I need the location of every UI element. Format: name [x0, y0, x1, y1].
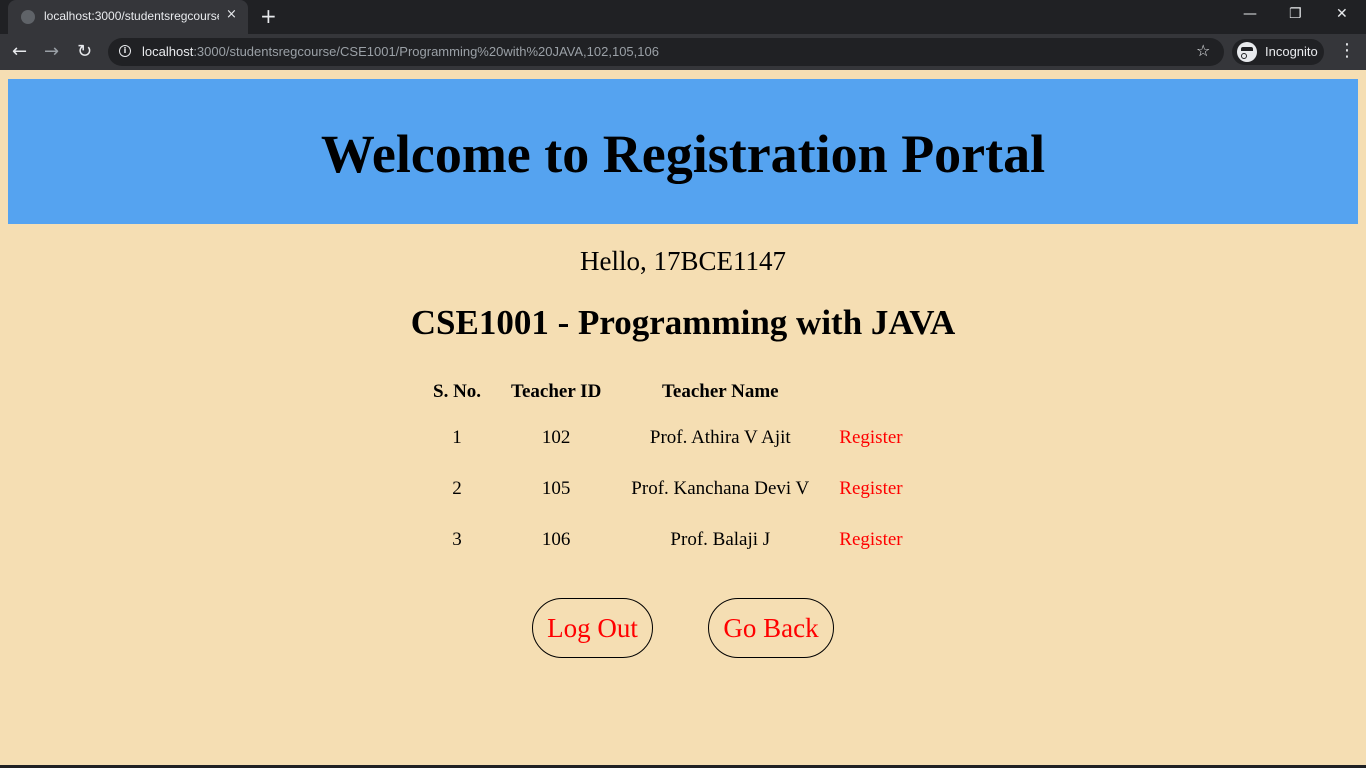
url-text[interactable]: localhost:3000/studentsregcourse/CSE1001…	[142, 44, 659, 59]
header-teacher-id: Teacher ID	[511, 381, 602, 402]
restore-icon[interactable]: ❐	[1289, 6, 1302, 22]
header-action	[824, 372, 917, 412]
logout-button[interactable]: Log Out	[532, 598, 653, 658]
header-teacher-name: Teacher Name	[661, 381, 779, 402]
page-title: Welcome to Registration Portal	[320, 124, 1046, 184]
window-close-icon[interactable]: ✕	[1336, 6, 1348, 22]
tab-bar: localhost:3000/studentsregcourse × + — ❐…	[0, 0, 1366, 34]
cell-teacher-id: 102	[541, 426, 571, 448]
header-sno: S. No.	[433, 381, 482, 402]
cell-teacher-name: Prof. Athira V Ajit	[649, 426, 791, 448]
cell-sno: 1	[452, 426, 462, 448]
table-header-row: S. No. Teacher ID Teacher Name	[418, 372, 918, 412]
minimize-icon[interactable]: —	[1243, 6, 1257, 22]
globe-icon	[21, 10, 35, 24]
back-icon[interactable]: ←	[12, 41, 27, 62]
tab-title: localhost:3000/studentsregcourse	[44, 9, 219, 23]
forward-icon[interactable]: →	[44, 41, 59, 62]
incognito-label: Incognito	[1265, 44, 1318, 59]
cell-action: Register	[824, 463, 917, 514]
table-row: 1 102 Prof. Athira V Ajit Register	[418, 412, 918, 463]
header-banner: Welcome to Registration Portal	[8, 79, 1358, 224]
url-path: :3000/studentsregcourse/CSE1001/Programm…	[193, 44, 659, 59]
address-bar[interactable]: i localhost:3000/studentsregcourse/CSE10…	[108, 38, 1224, 66]
table-row: 3 106 Prof. Balaji J Register	[418, 514, 918, 565]
register-link[interactable]: Register	[839, 529, 902, 550]
course-heading: CSE1001 - Programming with JAVA	[410, 303, 956, 342]
site-info-icon[interactable]: i	[119, 45, 131, 57]
greeting: Hello, 17BCE1147	[580, 246, 786, 276]
register-link[interactable]: Register	[839, 478, 902, 499]
cell-action: Register	[824, 514, 917, 565]
browser-menu-icon[interactable]: ⋮	[1338, 40, 1356, 61]
incognito-indicator[interactable]: Incognito	[1232, 39, 1324, 65]
go-back-button[interactable]: Go Back	[708, 598, 834, 658]
browser-tab[interactable]: localhost:3000/studentsregcourse ×	[8, 0, 248, 34]
cell-teacher-name: Prof. Balaji J	[670, 528, 771, 550]
register-link[interactable]: Register	[839, 427, 902, 448]
cell-sno: 3	[452, 528, 462, 550]
cell-teacher-id: 106	[541, 528, 571, 550]
close-tab-icon[interactable]: ×	[226, 7, 237, 22]
cell-teacher-id: 105	[541, 477, 571, 499]
teachers-table: S. No. Teacher ID Teacher Name 1 102 Pro…	[418, 372, 918, 565]
cell-sno: 2	[452, 477, 462, 499]
bookmark-star-icon[interactable]: ☆	[1196, 41, 1210, 60]
incognito-icon	[1237, 42, 1257, 62]
reload-icon[interactable]: ↻	[77, 41, 92, 62]
table-row: 2 105 Prof. Kanchana Devi V Register	[418, 463, 918, 514]
cell-teacher-name: Prof. Kanchana Devi V	[631, 477, 810, 499]
url-host: localhost	[142, 44, 194, 59]
new-tab-icon[interactable]: +	[260, 4, 277, 28]
browser-toolbar: ← → ↻ i localhost:3000/studentsregcourse…	[0, 34, 1366, 70]
cell-action: Register	[824, 412, 917, 463]
